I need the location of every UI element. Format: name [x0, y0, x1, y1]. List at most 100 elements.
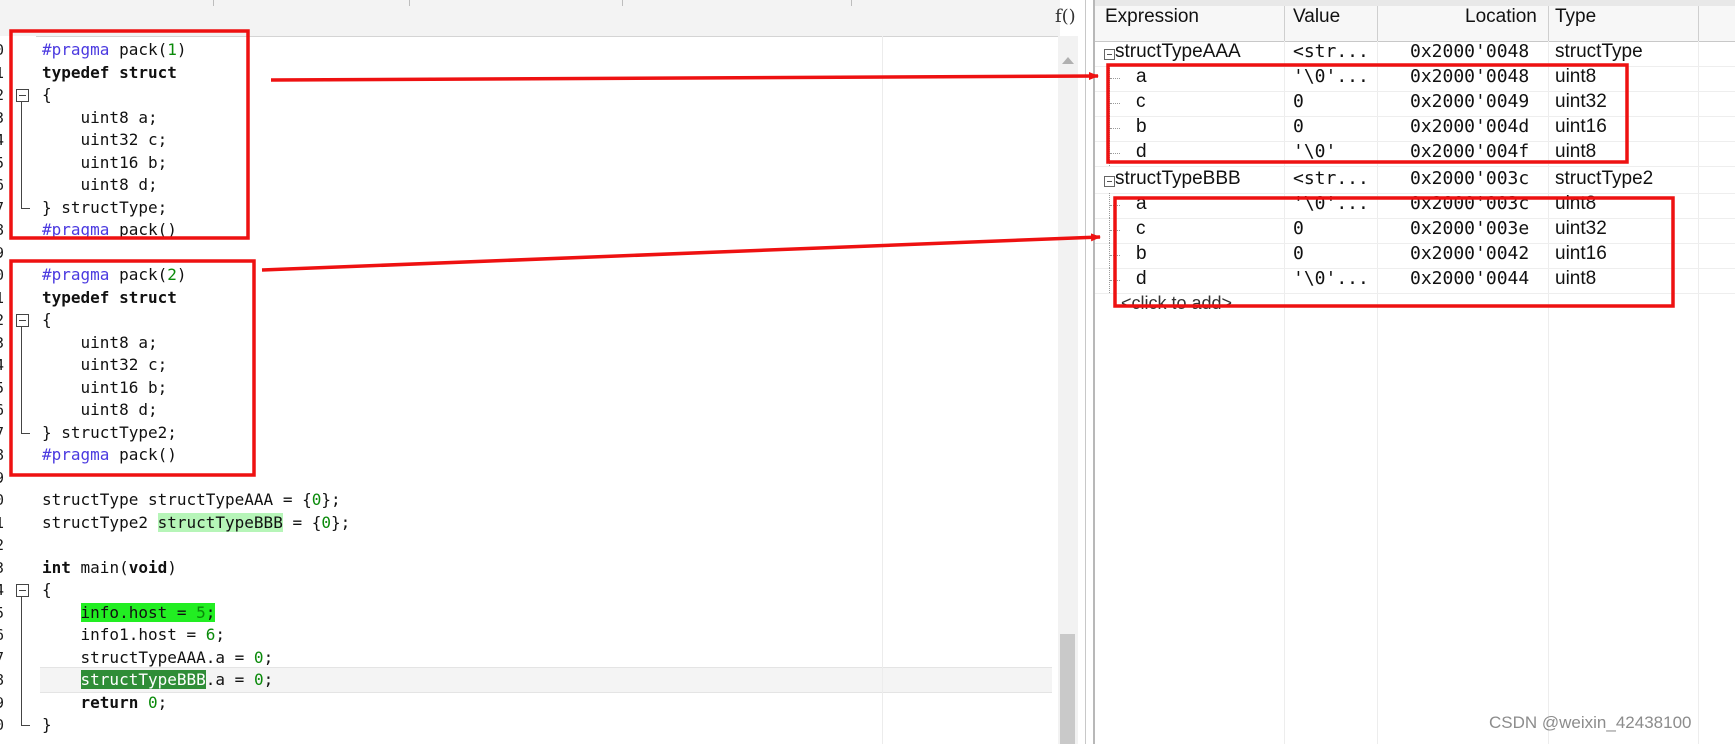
- code-line[interactable]: } structType2;: [42, 422, 177, 445]
- code-line[interactable]: } structType;: [42, 197, 167, 220]
- watch-expression: d: [1136, 141, 1147, 162]
- line-number: 8: [0, 444, 9, 466]
- watch-row-struct[interactable]: structTypeAAA <str... 0x2000'0048 structTyp…: [1095, 41, 1735, 67]
- code-editor[interactable]: f() 0123456789012345678901234567890 #pra…: [0, 0, 1086, 744]
- watch-panel: Expression Value Location Type structTyp…: [1093, 0, 1735, 744]
- code-line[interactable]: typedef struct: [42, 62, 177, 85]
- watch-type: uint8: [1555, 193, 1597, 214]
- code-line[interactable]: uint8 d;: [42, 174, 158, 197]
- code-line[interactable]: #pragma pack(1): [42, 39, 187, 62]
- code-line[interactable]: structTypeBBB.a = 0;: [42, 669, 273, 692]
- code-line[interactable]: int main(void): [42, 557, 177, 580]
- code-line[interactable]: #pragma pack(): [42, 219, 177, 242]
- line-number: 6: [0, 399, 9, 421]
- watch-location: 0x2000'003c: [1410, 168, 1530, 189]
- column-header-expression[interactable]: Expression: [1105, 6, 1199, 41]
- fold-toggle-icon[interactable]: [16, 314, 29, 327]
- watch-expression: structTypeAAA: [1115, 41, 1241, 62]
- tree-connector: [1110, 255, 1120, 257]
- line-number: 7: [0, 422, 9, 444]
- code-line[interactable]: structType structTypeAAA = {0};: [42, 489, 341, 512]
- tree-connector: [1110, 153, 1120, 155]
- code-line[interactable]: structType2 structTypeBBB = {0};: [42, 512, 350, 535]
- watch-row-struct[interactable]: structTypeBBB <str... 0x2000'003c structTyp…: [1095, 168, 1735, 194]
- right-margin-guide: [882, 36, 883, 744]
- function-navigator-button[interactable]: f(): [1055, 6, 1076, 27]
- fold-guide-end: [21, 207, 30, 209]
- watch-value: 0: [1293, 218, 1304, 239]
- code-line[interactable]: uint16 b;: [42, 377, 168, 400]
- tree-connector: [1110, 205, 1120, 207]
- click-to-add-label[interactable]: <click to add>: [1121, 293, 1232, 318]
- line-number: 9: [0, 242, 9, 264]
- code-line[interactable]: uint8 a;: [42, 332, 158, 355]
- watch-location: 0x2000'0049: [1410, 91, 1530, 112]
- code-line[interactable]: #pragma pack(2): [42, 264, 187, 287]
- code-line[interactable]: uint32 c;: [42, 129, 168, 152]
- watch-row-field[interactable]: a '\0'... 0x2000'003c uint8: [1095, 193, 1735, 219]
- fold-guide-line: [21, 597, 22, 725]
- code-line[interactable]: uint32 c;: [42, 354, 168, 377]
- scrollbar-thumb[interactable]: [1060, 634, 1075, 744]
- fold-guide-end: [21, 432, 30, 434]
- ide-window: f() 0123456789012345678901234567890 #pra…: [0, 0, 1735, 744]
- watch-type: uint8: [1555, 66, 1597, 87]
- column-header-value[interactable]: Value: [1293, 6, 1340, 41]
- column-separator[interactable]: [1284, 6, 1285, 41]
- watch-row-field[interactable]: b 0 0x2000'0042 uint16: [1095, 243, 1735, 269]
- watch-location: 0x2000'0048: [1410, 41, 1530, 62]
- fold-toggle-icon[interactable]: [16, 584, 29, 597]
- code-line[interactable]: return 0;: [42, 692, 168, 715]
- watch-row-field[interactable]: c 0 0x2000'0049 uint32: [1095, 91, 1735, 117]
- watch-value: 0: [1293, 91, 1304, 112]
- code-line[interactable]: uint16 b;: [42, 152, 168, 175]
- tree-connector: [1110, 78, 1120, 80]
- tree-guide-line: [1109, 66, 1111, 91]
- column-separator[interactable]: [1698, 6, 1699, 41]
- line-number: 3: [0, 557, 9, 579]
- watch-expression: c: [1136, 91, 1146, 112]
- watch-row-field[interactable]: d '\0' 0x2000'004f uint8: [1095, 141, 1735, 167]
- code-line[interactable]: {: [42, 579, 52, 602]
- code-line[interactable]: typedef struct: [42, 287, 177, 310]
- fold-guide-line: [21, 327, 22, 433]
- watch-expression: b: [1136, 116, 1147, 137]
- code-line[interactable]: structTypeAAA.a = 0;: [42, 647, 274, 670]
- code-line[interactable]: info1.host = 6;: [42, 624, 226, 647]
- column-header-type[interactable]: Type: [1555, 6, 1596, 41]
- watch-add-row[interactable]: <click to add>: [1095, 293, 1735, 318]
- watermark: CSDN @weixin_42438100: [1489, 713, 1692, 732]
- watch-row-field[interactable]: a '\0'... 0x2000'0048 uint8: [1095, 66, 1735, 92]
- tree-connector: [1110, 230, 1120, 232]
- line-number: 3: [0, 107, 9, 129]
- line-number: 1: [0, 62, 9, 84]
- tree-guide-line: [1109, 141, 1111, 166]
- watch-row-field[interactable]: b 0 0x2000'004d uint16: [1095, 116, 1735, 142]
- column-separator[interactable]: [1377, 6, 1378, 41]
- code-line[interactable]: }: [42, 714, 52, 737]
- code-line[interactable]: {: [42, 84, 52, 107]
- line-number: 1: [0, 512, 9, 534]
- watch-expression: a: [1136, 193, 1147, 214]
- code-line[interactable]: uint8 d;: [42, 399, 158, 422]
- watch-expression: structTypeBBB: [1115, 168, 1241, 189]
- column-header-location[interactable]: Location: [1465, 6, 1537, 41]
- column-separator[interactable]: [1548, 6, 1549, 41]
- watch-expression: c: [1136, 218, 1146, 239]
- code-line[interactable]: uint8 a;: [42, 107, 158, 130]
- tree-connector: [1110, 280, 1120, 282]
- fold-toggle-icon[interactable]: [16, 89, 29, 102]
- watch-value: '\0'...: [1293, 66, 1369, 87]
- line-number: 4: [0, 129, 9, 151]
- code-line[interactable]: {: [42, 309, 52, 332]
- fold-guide-end: [21, 725, 30, 726]
- code-line[interactable]: info.host = 5;: [42, 602, 216, 625]
- watch-row-field[interactable]: d '\0'... 0x2000'0044 uint8: [1095, 268, 1735, 294]
- watch-row-field[interactable]: c 0 0x2000'003e uint32: [1095, 218, 1735, 244]
- watch-type: uint8: [1555, 141, 1597, 162]
- collapse-toggle-icon[interactable]: [1104, 176, 1115, 187]
- scroll-up-arrow-icon[interactable]: [1062, 57, 1074, 64]
- editor-tab-bar: [0, 0, 1060, 37]
- collapse-toggle-icon[interactable]: [1104, 49, 1115, 60]
- code-line[interactable]: #pragma pack(): [42, 444, 177, 467]
